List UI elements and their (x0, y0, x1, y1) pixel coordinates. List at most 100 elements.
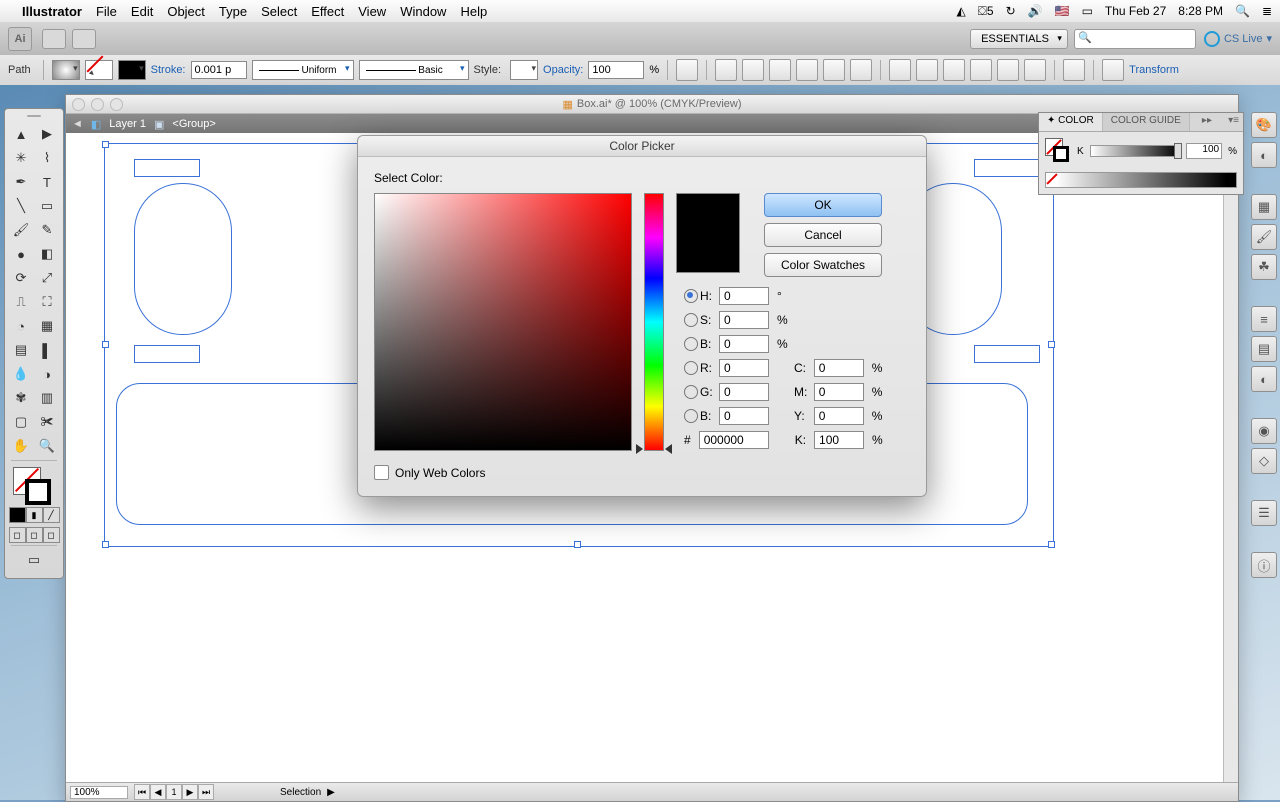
dist-2[interactable] (916, 59, 938, 81)
stroke-swatch-icon[interactable] (25, 479, 51, 505)
s-radio[interactable] (684, 313, 698, 327)
sync-icon[interactable]: ↻ (1006, 4, 1016, 18)
free-transform-tool[interactable]: ⛶ (34, 290, 60, 314)
ok-button[interactable]: OK (764, 193, 882, 217)
info-icon[interactable]: ⓘ (1251, 552, 1277, 578)
artboard-tool[interactable]: ▢ (8, 410, 34, 434)
screen-mode-button[interactable]: ▭ (10, 548, 58, 572)
layers-icon[interactable]: ☰ (1251, 500, 1277, 526)
g-radio[interactable] (684, 385, 698, 399)
menu-view[interactable]: View (358, 4, 386, 19)
dist-5[interactable] (997, 59, 1019, 81)
symbol-sprayer-tool[interactable]: ✾ (8, 386, 34, 410)
spectrum-ramp[interactable] (1045, 172, 1237, 188)
stroke-weight-input[interactable]: 0.001 p (191, 61, 247, 79)
h-radio[interactable] (684, 289, 698, 303)
sel-rect[interactable] (134, 159, 200, 177)
align-1[interactable] (715, 59, 737, 81)
workspace-switcher[interactable]: ESSENTIALS (970, 29, 1068, 49)
scale-tool[interactable]: ⤢ (34, 266, 60, 290)
c-input[interactable]: 0 (814, 359, 864, 377)
rectangle-tool[interactable]: ▭ (34, 194, 60, 218)
artboard-nav[interactable]: ⏮◀1▶⏭ (134, 784, 214, 800)
opacity-input[interactable]: 100 (588, 61, 644, 79)
dist-6[interactable] (1024, 59, 1046, 81)
zoom-dot[interactable] (110, 98, 123, 111)
sel-rect[interactable] (134, 345, 200, 363)
gdrive-icon[interactable]: ◭ (957, 4, 966, 18)
color-panel-icon[interactable]: 🎨 (1251, 112, 1277, 138)
h-input[interactable]: 0 (719, 287, 769, 305)
pen-tool[interactable]: ✒ (8, 170, 34, 194)
spotlight-icon[interactable]: 🔍 (1235, 4, 1250, 18)
cancel-button[interactable]: Cancel (764, 223, 882, 247)
back-arrow-icon[interactable]: ◄ (72, 118, 83, 130)
y-input[interactable]: 0 (814, 407, 864, 425)
gradient-tool[interactable]: ▌ (34, 338, 60, 362)
bc-radio[interactable] (684, 409, 698, 423)
menu-effect[interactable]: Effect (311, 4, 344, 19)
dialog-title[interactable]: Color Picker (358, 136, 926, 157)
tools-panel[interactable]: ▲▶ ✳⌇ ✒T ╲▭ 🖌✎ ●◧ ⟳⤢ ⎍⛶ ◔▦ ▤▌ 💧◑ ✾▥ ▢✀ ✋… (4, 108, 64, 579)
align-to-button[interactable] (1063, 59, 1085, 81)
fill-swatch[interactable] (52, 60, 80, 80)
m-input[interactable]: 0 (814, 383, 864, 401)
isolate-button[interactable] (1102, 59, 1124, 81)
screen-modes[interactable]: ◻◻◻ (9, 527, 60, 543)
align-4[interactable] (796, 59, 818, 81)
menu-edit[interactable]: Edit (131, 4, 153, 19)
panel-grip[interactable] (14, 112, 54, 120)
draw-inside[interactable]: ◻ (43, 527, 60, 543)
graph-tool[interactable]: ▥ (34, 386, 60, 410)
hand-tool[interactable]: ✋ (8, 434, 34, 458)
adobe-icon[interactable]: ⛋ 5 (978, 4, 994, 19)
perspective-tool[interactable]: ▦ (34, 314, 60, 338)
graphic-styles-icon[interactable]: ◇ (1251, 448, 1277, 474)
g-input[interactable]: 0 (719, 383, 769, 401)
stroke-icon[interactable]: ≡ (1251, 306, 1277, 332)
cs-live-button[interactable]: CS Live ▾ (1204, 31, 1272, 47)
align-3[interactable] (769, 59, 791, 81)
menu-extras-icon[interactable]: ≣ (1262, 4, 1272, 18)
shape-builder-tool[interactable]: ◔ (8, 314, 34, 338)
fill-stroke-swatch[interactable] (11, 465, 57, 505)
flag-icon[interactable]: 🇺🇸 (1055, 4, 1070, 18)
group-name[interactable]: <Group> (172, 118, 215, 130)
color-mode[interactable] (9, 507, 26, 523)
swatches-icon[interactable]: ▦ (1251, 194, 1277, 220)
recolor-art-button[interactable] (676, 59, 698, 81)
direct-select-tool[interactable]: ▶ (34, 122, 60, 146)
draw-behind[interactable]: ◻ (26, 527, 43, 543)
k-input2[interactable]: 100 (814, 431, 864, 449)
blend-tool[interactable]: ◑ (34, 362, 60, 386)
dist-1[interactable] (889, 59, 911, 81)
volume-icon[interactable]: 🔊 (1028, 4, 1043, 18)
color-guide-icon[interactable]: ◐ (1251, 142, 1277, 168)
stroke-label[interactable]: Stroke: (151, 64, 186, 76)
arrange-docs-button[interactable] (72, 29, 96, 49)
slice-tool[interactable]: ✀ (34, 410, 60, 434)
panel-menu-icon[interactable]: ▾≡ (1224, 113, 1243, 131)
dist-4[interactable] (970, 59, 992, 81)
hex-input[interactable]: 000000 (699, 431, 769, 449)
type-tool[interactable]: T (34, 170, 60, 194)
lasso-tool[interactable]: ⌇ (34, 146, 60, 170)
gradient-mode[interactable]: ▮ (26, 507, 43, 523)
eyedropper-tool[interactable]: 💧 (8, 362, 34, 386)
sel-rect[interactable] (974, 159, 1040, 177)
fill-none-swatch[interactable] (85, 60, 113, 80)
pencil-tool[interactable]: ✎ (34, 218, 60, 242)
symbols-icon[interactable]: ☘ (1251, 254, 1277, 280)
b-radio[interactable] (684, 337, 698, 351)
panel-collapse-icon[interactable]: ▸▸ (1198, 113, 1216, 131)
align-6[interactable] (850, 59, 872, 81)
bc-input[interactable]: 0 (719, 407, 769, 425)
transform-link[interactable]: Transform (1129, 64, 1179, 76)
blob-brush-tool[interactable]: ● (8, 242, 34, 266)
line-tool[interactable]: ╲ (8, 194, 34, 218)
tab-color-guide[interactable]: COLOR GUIDE (1103, 113, 1190, 131)
color-panel[interactable]: ✦ COLOR COLOR GUIDE ▸▸ ▾≡ K 100 % (1038, 112, 1244, 195)
zoom-tool[interactable]: 🔍 (34, 434, 60, 458)
right-dock[interactable]: 🎨 ◐ ▦ 🖌 ☘ ≡ ▤ ◐ ◉ ◇ ☰ ⓘ (1250, 108, 1278, 798)
bridge-button[interactable] (42, 29, 66, 49)
